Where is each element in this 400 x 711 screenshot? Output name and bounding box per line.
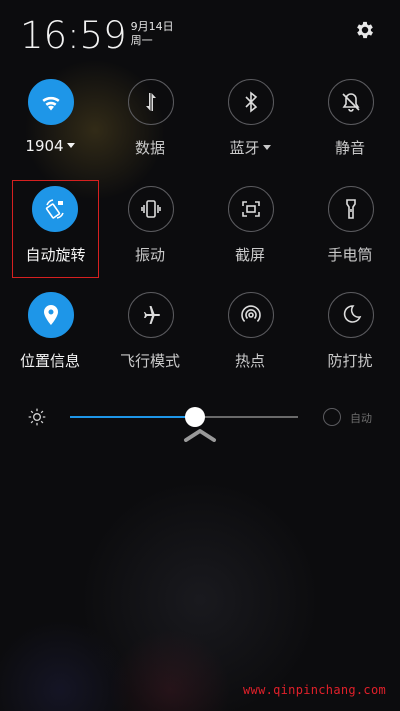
vibrate-toggle[interactable] bbox=[128, 186, 174, 232]
wifi-icon bbox=[42, 96, 60, 111]
selection-highlight-box bbox=[12, 180, 99, 278]
date-text: 9月14日 bbox=[130, 20, 174, 33]
flashlight-label: 手电筒 bbox=[327, 246, 373, 264]
settings-gear-icon[interactable] bbox=[354, 19, 376, 41]
brightness-slider-thumb[interactable] bbox=[185, 407, 205, 427]
wifi-label[interactable]: 1904 bbox=[0, 137, 100, 155]
tile-vibrate[interactable]: 振动 bbox=[100, 186, 200, 286]
watermark-text: www.qinpinchang.com bbox=[243, 683, 386, 697]
tile-bluetooth[interactable]: 蓝牙 bbox=[200, 79, 300, 179]
flashlight-icon bbox=[346, 199, 356, 219]
bluetooth-toggle[interactable] bbox=[228, 79, 274, 125]
vibrate-icon bbox=[141, 200, 161, 218]
screenshot-toggle[interactable] bbox=[228, 186, 274, 232]
airplane-label: 飞行模式 bbox=[119, 352, 180, 370]
tile-location[interactable]: 位置信息 bbox=[0, 292, 100, 392]
do-not-disturb-toggle[interactable] bbox=[328, 292, 374, 338]
location-label: 位置信息 bbox=[19, 352, 80, 370]
mobile-data-label: 数据 bbox=[134, 139, 165, 157]
mobile-data-toggle[interactable] bbox=[128, 79, 174, 125]
bluetooth-dropdown-caret-icon[interactable] bbox=[262, 145, 271, 150]
tile-do-not-disturb[interactable]: 防打扰 bbox=[300, 292, 400, 392]
brightness-sun-icon bbox=[28, 408, 46, 426]
tile-wifi[interactable]: 1904 bbox=[0, 79, 100, 179]
tile-airplane[interactable]: 飞行模式 bbox=[100, 292, 200, 392]
hotspot-icon bbox=[241, 305, 261, 322]
mobile-data-icon bbox=[146, 93, 156, 111]
hotspot-toggle[interactable] bbox=[228, 292, 274, 338]
tile-hotspot[interactable]: 热点 bbox=[200, 292, 300, 392]
tile-flashlight[interactable]: 手电筒 bbox=[300, 186, 400, 286]
wifi-toggle[interactable] bbox=[28, 79, 74, 125]
auto-brightness-radio[interactable] bbox=[323, 408, 341, 426]
airplane-toggle[interactable] bbox=[128, 292, 174, 338]
screenshot-icon bbox=[242, 201, 260, 217]
brightness-slider-fill bbox=[70, 416, 195, 418]
weekday-text: 周一 bbox=[130, 34, 153, 47]
flashlight-toggle[interactable] bbox=[328, 186, 374, 232]
wifi-dropdown-caret-icon[interactable] bbox=[66, 143, 75, 148]
auto-brightness-label: 自动 bbox=[350, 412, 372, 425]
airplane-icon bbox=[144, 306, 160, 324]
screenshot-label: 截屏 bbox=[234, 246, 265, 264]
tile-mute[interactable]: 静音 bbox=[300, 79, 400, 179]
tile-screenshot[interactable]: 截屏 bbox=[200, 186, 300, 286]
bluetooth-icon bbox=[245, 91, 258, 113]
date-block: 9月14日 周一 bbox=[131, 20, 174, 48]
hotspot-label: 热点 bbox=[234, 352, 265, 370]
collapse-chevron-up-icon[interactable] bbox=[183, 428, 217, 442]
do-not-disturb-moon-icon bbox=[343, 305, 362, 323]
vibrate-label: 振动 bbox=[134, 246, 165, 264]
status-header: 16:59 9月14日 周一 bbox=[20, 14, 174, 64]
mute-bell-icon bbox=[342, 93, 360, 112]
tile-mobile-data[interactable]: 数据 bbox=[100, 79, 200, 179]
location-icon bbox=[44, 305, 58, 325]
do-not-disturb-label: 防打扰 bbox=[327, 352, 373, 370]
bluetooth-label[interactable]: 蓝牙 bbox=[200, 137, 300, 158]
brightness-slider-track[interactable] bbox=[70, 407, 298, 427]
mute-toggle[interactable] bbox=[328, 79, 374, 125]
clock-time: 16:59 bbox=[20, 14, 127, 57]
mute-label: 静音 bbox=[334, 139, 365, 157]
location-toggle[interactable] bbox=[28, 292, 74, 338]
